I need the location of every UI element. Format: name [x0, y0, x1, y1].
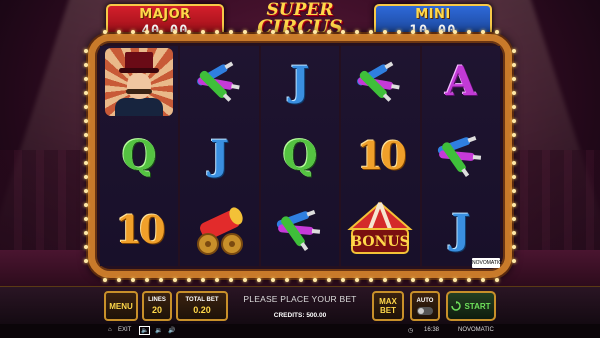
max-bet-button[interactable]: MAX BET [372, 291, 404, 321]
status-strip: ⌂ EXIT 🔈 🔉 🔊 ◷ 16:38 NOVOMATIC [0, 324, 600, 338]
reel-5: A J [421, 46, 501, 266]
q-symbol: Q [121, 132, 157, 179]
volume-button[interactable]: 🔊 [168, 327, 175, 334]
juggling-clubs-symbol [357, 61, 401, 102]
total-bet-label: TOTAL BET [185, 297, 219, 303]
bet-prompt-message: PLEASE PLACE YOUR BET [243, 294, 357, 304]
a-symbol: A [445, 58, 477, 105]
lines-button[interactable]: LINES 20 [142, 291, 172, 321]
sound-toggle-button[interactable]: 🔈 [138, 326, 151, 335]
j-symbol: J [451, 206, 471, 253]
lines-value: 20 [151, 305, 162, 315]
reel-cell [180, 194, 258, 266]
total-bet-button[interactable]: TOTAL BET 0.20 [176, 291, 228, 321]
j-symbol: J [210, 132, 230, 179]
reel-cell [261, 194, 339, 266]
menu-button-label: MENU [109, 301, 133, 311]
reel-cell: 10 [341, 120, 419, 192]
reel-cell: Q [100, 120, 178, 192]
clock-icon: ◷ [408, 328, 414, 334]
provider-badge: NOVOMATIC [472, 258, 502, 268]
start-button-label: START [464, 301, 491, 311]
reel-cell: BONUS [341, 194, 419, 266]
mini-jackpot-label: MINI [415, 7, 451, 22]
time-value: 16:38 [424, 327, 440, 333]
ten-symbol: 10 [356, 133, 407, 178]
volume-icon: 🔊 [168, 328, 176, 334]
ringmaster-symbol [105, 48, 174, 116]
juggling-clubs-symbol [437, 136, 481, 177]
message-panel: PLEASE PLACE YOUR BET CREDITS: 500.00 [232, 290, 368, 322]
max-bet-line2: BET [380, 306, 396, 315]
cannon-symbol [196, 207, 243, 255]
credits-value: 500.00 [306, 312, 327, 319]
reel-cell: J [180, 120, 258, 192]
lines-label: LINES [148, 297, 166, 303]
juggling-clubs-symbol [276, 210, 321, 251]
autoplay-toggle[interactable] [417, 306, 433, 315]
clock-indicator: ◷ [408, 327, 413, 334]
home-icon: ⌂ [108, 327, 112, 333]
reel-1: Q 10 [100, 46, 179, 266]
juggling-clubs-symbol [196, 61, 240, 102]
reel-cell [100, 46, 178, 118]
q-symbol: Q [282, 132, 318, 179]
reel-cell [422, 120, 500, 192]
ten-symbol: 10 [115, 207, 166, 252]
exit-label: EXIT [118, 327, 132, 333]
reel-cell: A [422, 46, 500, 118]
credits-display: CREDITS: 500.00 [232, 312, 368, 319]
start-button[interactable]: START [446, 291, 496, 321]
reel-2: J [180, 46, 259, 266]
max-bet-line1: MAX [379, 297, 397, 306]
brand-text: NOVOMATIC [458, 327, 494, 333]
major-jackpot-label: MAJOR [139, 7, 191, 22]
reel-cell [180, 46, 258, 118]
sound-button[interactable]: 🔉 [155, 327, 162, 334]
reel-cell [341, 46, 419, 118]
menu-button[interactable]: MENU [104, 291, 138, 321]
reel-cell: J [261, 46, 339, 118]
reel-cell: 10 [100, 194, 178, 266]
autoplay-button[interactable]: AUTO [410, 291, 440, 321]
j-symbol: J [290, 58, 310, 105]
exit-button[interactable]: EXIT [118, 327, 131, 333]
reel-cell: Q [261, 120, 339, 192]
speaker-icon: 🔉 [155, 328, 163, 334]
bonus-symbol: BONUS [347, 201, 414, 254]
brand-label: NOVOMATIC [458, 327, 494, 333]
reel-cell: J [422, 194, 500, 266]
time-display: 16:38 [424, 327, 439, 333]
spin-icon [451, 301, 462, 311]
auto-label: AUTO [416, 297, 434, 304]
speaker-muted-icon: 🔈 [141, 328, 149, 334]
bonus-symbol-label: BONUS [351, 234, 410, 250]
reels-grid: Q 10 J J Q 10 BONUS A J [100, 46, 501, 266]
reel-3: J Q [260, 46, 340, 266]
total-bet-value: 0.20 [193, 305, 211, 315]
home-button[interactable]: ⌂ [108, 327, 112, 333]
credits-label: CREDITS: [273, 312, 305, 319]
reel-4: 10 BONUS [341, 46, 420, 266]
